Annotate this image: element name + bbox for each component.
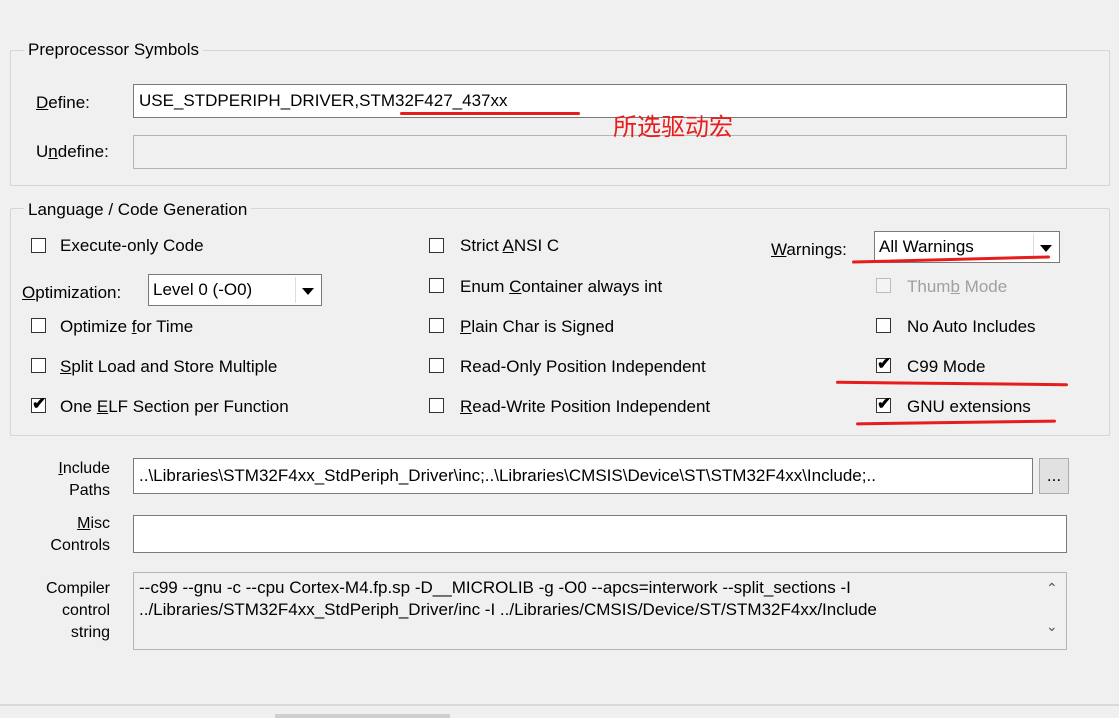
undefine-field[interactable]	[133, 135, 1067, 169]
check-icon: ✔	[877, 394, 892, 413]
define-label: Define:	[36, 93, 90, 112]
browse-button[interactable]: ...	[1039, 458, 1069, 494]
enum-container-checkbox[interactable]	[429, 278, 444, 293]
compiler-control-label: Compiler control string	[45, 580, 110, 641]
bottom-tab-stub	[275, 714, 450, 718]
check-icon: ✔	[32, 394, 47, 413]
chevron-down-icon[interactable]	[295, 277, 319, 303]
c99-mode-label[interactable]: C99 Mode	[907, 357, 985, 377]
split-load-label[interactable]: Split Load and Store Multiple	[60, 357, 277, 377]
thumb-mode-checkbox[interactable]	[876, 278, 891, 293]
one-elf-checkbox[interactable]: ✔	[31, 394, 47, 413]
undefine-label: Undefine:	[36, 142, 109, 161]
plain-char-label[interactable]: Plain Char is Signed	[460, 317, 614, 337]
gnu-ext-checkbox[interactable]: ✔	[876, 394, 892, 413]
thumb-mode-label[interactable]: Thumb Mode	[907, 277, 1007, 297]
optimization-value: Level 0 (-O0)	[153, 280, 253, 299]
include-paths-label: Include Paths	[58, 460, 110, 499]
c99-mode-checkbox[interactable]: ✔	[876, 354, 892, 373]
language-title: Language / Code Generation	[24, 200, 252, 220]
compiler-line-2: ../Libraries/STM32F4xx_StdPeriph_Driver/…	[139, 600, 877, 619]
scroll-down-icon[interactable]: ⌄	[1046, 618, 1058, 635]
execute-only-label[interactable]: Execute-only Code	[60, 236, 204, 256]
scroll-up-icon[interactable]: ⌃	[1046, 580, 1058, 597]
enum-container-label[interactable]: Enum Container always int	[460, 277, 662, 297]
one-elf-label[interactable]: One ELF Section per Function	[60, 397, 289, 417]
optimization-select[interactable]: Level 0 (-O0)	[148, 274, 322, 306]
no-auto-includes-label[interactable]: No Auto Includes	[907, 317, 1036, 337]
split-load-checkbox[interactable]	[31, 358, 46, 373]
optimize-time-checkbox[interactable]	[31, 318, 46, 333]
misc-controls-field[interactable]	[133, 515, 1067, 553]
strict-ansi-checkbox[interactable]	[429, 238, 444, 253]
optimization-label: Optimization:	[22, 283, 122, 302]
preprocessor-title: Preprocessor Symbols	[24, 40, 204, 60]
warnings-value: All Warnings	[879, 237, 974, 256]
compiler-scrollbar[interactable]: ⌃ ⌄	[1042, 574, 1064, 648]
bottom-separator	[0, 704, 1119, 706]
rw-pi-checkbox[interactable]	[429, 398, 444, 413]
rw-pi-label[interactable]: Read-Write Position Independent	[460, 397, 710, 417]
no-auto-includes-checkbox[interactable]	[876, 318, 891, 333]
define-underline	[400, 112, 580, 115]
ro-pi-label[interactable]: Read-Only Position Independent	[460, 357, 706, 377]
plain-char-checkbox[interactable]	[429, 318, 444, 333]
strict-ansi-label[interactable]: Strict ANSI C	[460, 236, 559, 256]
misc-controls-label: Misc Controls	[50, 515, 110, 554]
gnu-ext-label[interactable]: GNU extensions	[907, 397, 1031, 417]
warnings-label: Warnings:	[771, 240, 847, 259]
compiler-line-1: --c99 --gnu -c --cpu Cortex-M4.fp.sp -D_…	[139, 578, 851, 597]
include-paths-field[interactable]: ..\Libraries\STM32F4xx_StdPeriph_Driver\…	[133, 458, 1033, 494]
ro-pi-checkbox[interactable]	[429, 358, 444, 373]
optimize-time-label[interactable]: Optimize for Time	[60, 317, 193, 337]
define-field[interactable]: USE_STDPERIPH_DRIVER,STM32F427_437xx	[133, 84, 1067, 118]
driver-macro-annotation: 所选驱动宏	[613, 114, 733, 141]
check-icon: ✔	[877, 354, 892, 373]
execute-only-checkbox[interactable]	[31, 238, 46, 253]
compiler-control-field: --c99 --gnu -c --cpu Cortex-M4.fp.sp -D_…	[133, 572, 1067, 650]
